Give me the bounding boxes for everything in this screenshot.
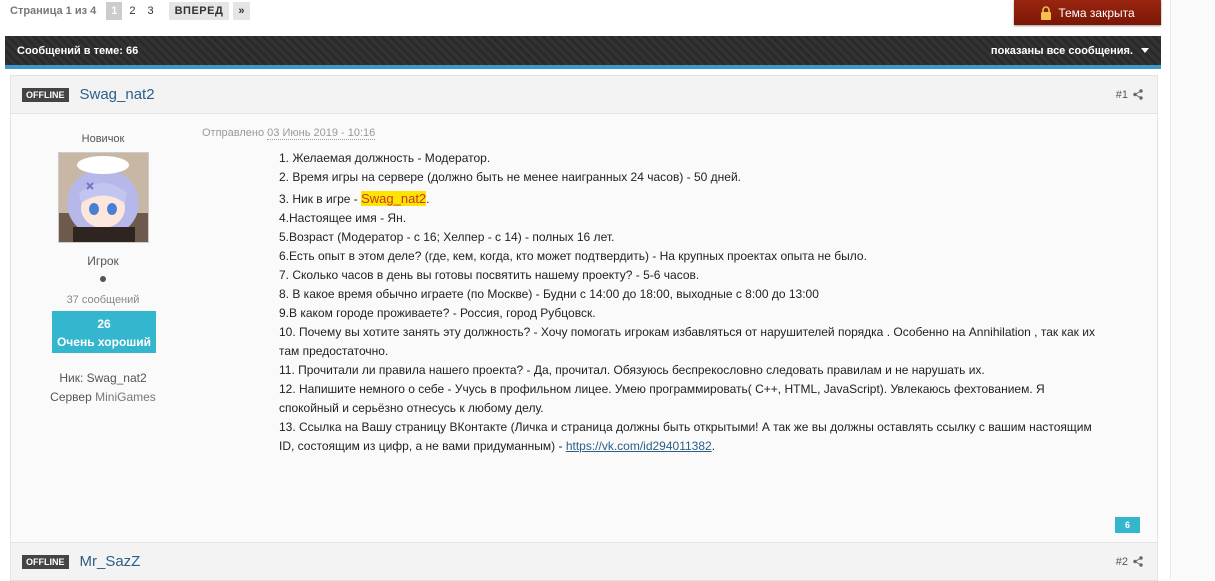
server-field: Сервер MiniGames bbox=[11, 390, 195, 404]
reputation-label: Очень хороший bbox=[56, 335, 152, 349]
post-filter-dropdown[interactable]: показаны все сообщения. bbox=[991, 45, 1149, 57]
post-number: #2 bbox=[1115, 555, 1128, 568]
post-line: 10. Почему вы хотите занять эту должност… bbox=[279, 325, 1095, 358]
highlighted-nick: Swag_nat2 bbox=[361, 191, 427, 206]
posted-info: Отправлено 03 Июнь 2019 - 10:16 bbox=[202, 127, 376, 140]
post-line: 11. Прочитали ли правила нашего проекта?… bbox=[279, 363, 985, 377]
avatar[interactable] bbox=[58, 152, 149, 243]
reputation-value: 26 bbox=[97, 317, 111, 331]
post-header: OFFLINE Swag_nat2 #1 bbox=[11, 76, 1157, 114]
chevron-down-icon bbox=[1141, 48, 1149, 53]
vk-profile-link[interactable]: https://vk.com/id294011382 bbox=[566, 439, 712, 453]
post-line: 9.В каком городе проживаете? - Россия, г… bbox=[279, 306, 596, 320]
status-badge: OFFLINE bbox=[22, 554, 69, 569]
posted-date: 03 Июнь 2019 - 10:16 bbox=[267, 127, 376, 140]
online-status-dot bbox=[100, 276, 106, 282]
post-number-link[interactable]: #2 bbox=[1116, 556, 1143, 568]
topic-closed-button[interactable]: Тема закрыта bbox=[1014, 0, 1161, 25]
status-badge: OFFLINE bbox=[22, 87, 69, 102]
right-margin-strip bbox=[1170, 0, 1215, 579]
post-line: 1. Желаемая должность - Модератор. bbox=[279, 151, 491, 165]
post-line: 5.Возраст (Модератор - с 16; Хелпер - с … bbox=[279, 230, 615, 244]
post-line: 4.Настоящее имя - Ян. bbox=[279, 211, 407, 225]
line3-suffix: . bbox=[426, 192, 430, 206]
post-line: 2. Время игры на сервере (должно быть не… bbox=[279, 170, 741, 184]
post-line: 8. В какое время обычно играете (по Моск… bbox=[279, 287, 819, 301]
page-2-button[interactable]: 2 bbox=[124, 2, 140, 20]
line3-prefix: 3. Ник в игре - bbox=[279, 192, 362, 206]
reputation-badge[interactable]: 6 bbox=[1115, 517, 1140, 533]
share-icon bbox=[1133, 89, 1143, 100]
share-icon bbox=[1133, 556, 1143, 567]
post-header: OFFLINE Mr_SazZ #2 bbox=[11, 543, 1157, 581]
post-line: 7. Сколько часов в день вы готовы посвят… bbox=[279, 268, 700, 282]
server-label: Сервер bbox=[50, 390, 92, 404]
page-label: Страница 1 из 4 bbox=[10, 5, 97, 17]
post-line: 13. Ссылка на Вашу страницу ВКонтакте (Л… bbox=[279, 418, 1099, 456]
topic-bar-underline bbox=[5, 65, 1161, 69]
post-filter-label: показаны все сообщения. bbox=[990, 44, 1133, 57]
posted-prefix: Отправлено bbox=[202, 127, 265, 139]
post-body: Новичок Игрок 37 сообщений 26 Очень хоро… bbox=[11, 114, 1157, 543]
post-author-link[interactable]: Swag_nat2 bbox=[80, 86, 155, 103]
post-number-link[interactable]: #1 bbox=[1116, 89, 1143, 101]
topic-bar: Сообщений в теме: 66 показаны все сообще… bbox=[5, 36, 1161, 65]
lock-icon bbox=[1041, 5, 1052, 20]
page-1-button[interactable]: 1 bbox=[106, 2, 123, 20]
pagination: Страница 1 из 4 1 2 3 ВПЕРЕД » bbox=[10, 2, 250, 20]
reputation-box: 26 Очень хороший bbox=[52, 311, 156, 353]
post-author-link[interactable]: Mr_SazZ bbox=[80, 553, 141, 570]
post-line: 6.Есть опыт в этом деле? (где, кем, когд… bbox=[279, 249, 867, 263]
message-count: Сообщений в теме: 66 bbox=[17, 44, 139, 57]
post-line: 3. Ник в игре - Swag_nat2. bbox=[279, 189, 1099, 209]
page-3-button[interactable]: 3 bbox=[142, 2, 158, 20]
post-content: 1. Желаемая должность - Модератор. 2. Вр… bbox=[279, 149, 1099, 456]
posts-count: 37 сообщений bbox=[66, 294, 140, 306]
topic-closed-label: Тема закрыта bbox=[1058, 5, 1135, 20]
rank-title: Новичок bbox=[81, 133, 125, 145]
server-value: MiniGames bbox=[95, 390, 156, 404]
user-group: Игрок bbox=[87, 254, 119, 268]
avatar-image bbox=[59, 153, 148, 242]
nick-field: Ник: Swag_nat2 bbox=[59, 371, 147, 385]
last-page-button[interactable]: » bbox=[233, 2, 250, 20]
post: OFFLINE Swag_nat2 #1 Новичок Игрок 37 со… bbox=[10, 75, 1158, 544]
post: OFFLINE Mr_SazZ #2 bbox=[10, 542, 1158, 581]
post-line: 12. Напишите немного о себе - Учусь в пр… bbox=[279, 382, 1045, 415]
line13-suffix: . bbox=[711, 439, 716, 453]
next-page-button[interactable]: ВПЕРЕД bbox=[168, 2, 230, 20]
post-number: #1 bbox=[1115, 88, 1128, 101]
